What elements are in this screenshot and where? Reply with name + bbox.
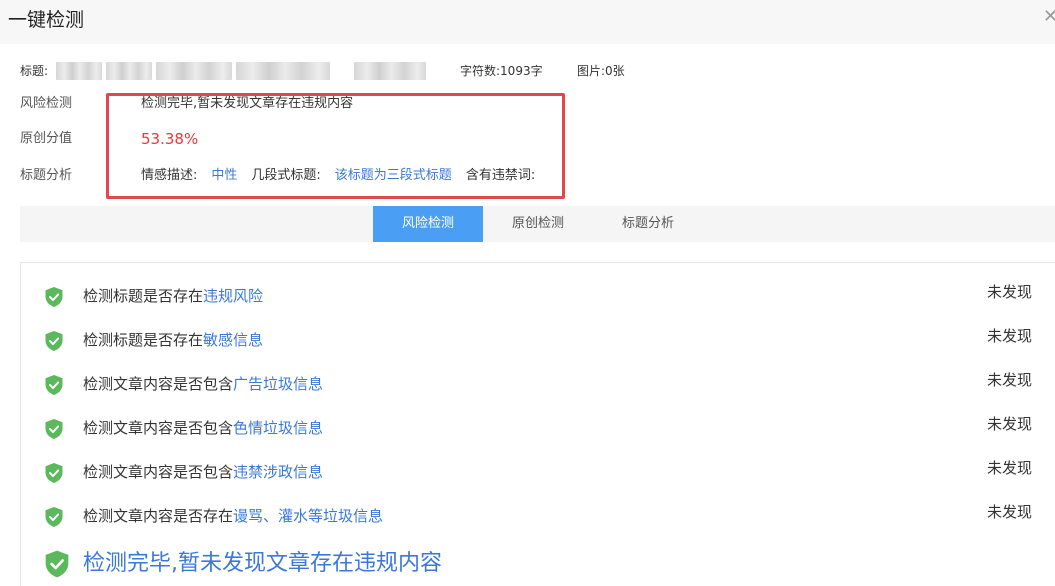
check-keyword: 敏感信息 <box>203 331 264 349</box>
check-row: 检测文章内容是否包含广告垃圾信息 未发现 <box>21 369 1055 399</box>
blurred-title-segment <box>156 62 232 80</box>
dialog-title: 一键检测 <box>8 9 85 31</box>
char-count: 字符数:1093字 <box>460 64 543 78</box>
blurred-title-segment <box>56 62 102 80</box>
shield-check-icon <box>45 507 63 527</box>
meta-row: 标题: 字符数:1093字 图片:0张 <box>20 60 1040 82</box>
check-keyword: 违规风险 <box>203 287 264 305</box>
summary-row: 检测完毕,暂未发现文章存在违规内容 <box>21 546 1055 586</box>
check-row: 检测文章内容是否包含色情垃圾信息 未发现 <box>21 413 1055 443</box>
check-text: 检测文章内容是否包含广告垃圾信息 <box>83 373 323 395</box>
check-row: 检测标题是否存在敏感信息 未发现 <box>21 325 1055 355</box>
check-row: 检测文章内容是否包含违禁涉政信息 未发现 <box>21 457 1055 487</box>
blurred-title-segment <box>236 62 330 80</box>
shield-check-icon <box>45 331 63 351</box>
check-prefix: 检测标题是否存在 <box>83 331 204 349</box>
check-status: 未发现 <box>987 415 1033 433</box>
summary-text: 检测完毕,暂未发现文章存在违规内容 <box>83 551 442 576</box>
blurred-title-segment <box>354 62 426 80</box>
title-analysis-row: 情感描述: 中性 几段式标题: 该标题为三段式标题 含有违禁词: <box>141 166 535 186</box>
check-status: 未发现 <box>987 459 1033 477</box>
segment-value: 该标题为三段式标题 <box>334 168 452 183</box>
check-prefix: 检测标题是否存在 <box>83 287 204 305</box>
risk-check-panel: 检测标题是否存在违规风险 未发现 检测标题是否存在敏感信息 未发现 检测文章内容… <box>20 262 1055 586</box>
dialog-header: 一键检测 ✕ <box>0 0 1055 44</box>
title-analysis-label: 标题分析 <box>20 168 73 183</box>
shield-check-icon <box>45 463 63 483</box>
shield-check-icon <box>45 375 63 395</box>
risk-value: 检测完毕,暂未发现文章存在违规内容 <box>141 96 354 111</box>
check-keyword: 谩骂、灌水等垃圾信息 <box>233 507 384 525</box>
check-prefix: 检测文章内容是否包含 <box>83 375 234 393</box>
shield-check-icon <box>45 550 69 578</box>
check-keyword: 色情垃圾信息 <box>233 419 324 437</box>
banned-words-label: 含有违禁词: <box>465 168 536 183</box>
segment-label: 几段式标题: <box>251 168 321 183</box>
tabs-bar: 风险检测 原创检测 标题分析 <box>20 206 1055 242</box>
close-icon[interactable]: ✕ <box>1043 6 1055 28</box>
sentiment-label: 情感描述: <box>141 168 198 183</box>
check-keyword: 违禁涉政信息 <box>233 463 324 481</box>
check-text: 检测文章内容是否包含违禁涉政信息 <box>83 461 323 483</box>
check-status: 未发现 <box>987 283 1033 301</box>
sentiment-value: 中性 <box>211 168 238 183</box>
check-prefix: 检测文章内容是否包含 <box>83 419 234 437</box>
check-text: 检测文章内容是否存在谩骂、灌水等垃圾信息 <box>83 505 383 527</box>
check-keyword: 广告垃圾信息 <box>233 375 324 393</box>
check-status: 未发现 <box>987 327 1033 345</box>
check-text: 检测标题是否存在敏感信息 <box>83 329 263 351</box>
check-prefix: 检测文章内容是否存在 <box>83 507 234 525</box>
tab-title-analysis[interactable]: 标题分析 <box>593 206 703 242</box>
title-label: 标题: <box>20 64 49 78</box>
check-status: 未发现 <box>987 503 1033 521</box>
tab-risk-check[interactable]: 风险检测 <box>373 206 483 242</box>
blurred-title-segment <box>106 62 152 80</box>
shield-check-icon <box>45 419 63 439</box>
check-prefix: 检测文章内容是否包含 <box>83 463 234 481</box>
risk-label: 风险检测 <box>20 96 73 111</box>
check-text: 检测文章内容是否包含色情垃圾信息 <box>83 417 323 439</box>
check-text: 检测标题是否存在违规风险 <box>83 285 263 307</box>
original-score: 53.38% <box>141 130 199 148</box>
image-count: 图片:0张 <box>577 64 625 78</box>
tab-original-check[interactable]: 原创检测 <box>483 206 593 242</box>
shield-check-icon <box>45 287 63 307</box>
check-row: 检测标题是否存在违规风险 未发现 <box>21 281 1055 311</box>
check-status: 未发现 <box>987 371 1033 389</box>
original-label: 原创分值 <box>20 131 73 146</box>
check-row: 检测文章内容是否存在谩骂、灌水等垃圾信息 未发现 <box>21 501 1055 531</box>
